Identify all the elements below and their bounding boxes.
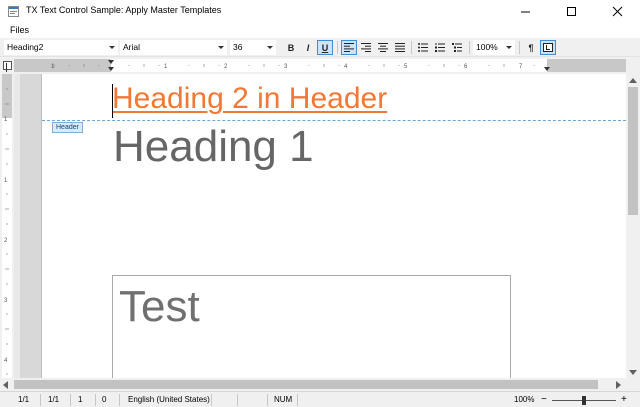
structured-list-icon bbox=[452, 43, 462, 52]
numbered-list-button[interactable] bbox=[432, 40, 448, 55]
zoom-in-button[interactable]: + bbox=[621, 394, 627, 406]
header-heading2-text[interactable]: Heading 2 in Header bbox=[112, 82, 387, 116]
align-center-icon bbox=[378, 43, 388, 52]
header-tag: Header bbox=[52, 122, 83, 133]
zoom-combo[interactable]: 100% bbox=[473, 40, 515, 55]
bullet-list-button[interactable] bbox=[415, 40, 431, 55]
status-empty-2 bbox=[240, 394, 268, 406]
status-num: NUM bbox=[270, 394, 298, 406]
italic-label: I bbox=[306, 42, 310, 53]
align-right-icon bbox=[361, 43, 371, 52]
align-right-button[interactable] bbox=[358, 40, 374, 55]
scroll-left-icon[interactable] bbox=[3, 381, 8, 389]
font-combo-value: Arial bbox=[123, 42, 141, 52]
chevron-down-icon bbox=[109, 46, 115, 49]
menu-bar: Files bbox=[0, 22, 640, 38]
menu-files[interactable]: Files bbox=[6, 24, 33, 36]
close-button[interactable] bbox=[594, 0, 640, 22]
pilcrow-icon: ¶ bbox=[528, 42, 534, 53]
status-page: 1/1 bbox=[14, 394, 41, 406]
status-section: 1/1 bbox=[44, 394, 71, 406]
justify-icon bbox=[395, 43, 405, 52]
status-empty-1 bbox=[214, 394, 238, 406]
vertical-scrollbar[interactable] bbox=[626, 57, 640, 378]
text-cursor bbox=[112, 84, 113, 118]
status-column: 0 bbox=[98, 394, 120, 406]
underline-button[interactable]: U bbox=[317, 40, 333, 55]
zoom-slider-thumb[interactable] bbox=[582, 396, 586, 405]
title-bar: TX Text Control Sample: Apply Master Tem… bbox=[0, 0, 640, 22]
italic-button[interactable]: I bbox=[300, 40, 316, 55]
horizontal-scroll-thumb[interactable] bbox=[14, 380, 598, 389]
font-size-combo[interactable]: 36 bbox=[230, 40, 276, 55]
zoom-combo-value: 100% bbox=[476, 42, 498, 52]
bullet-list-icon bbox=[418, 43, 428, 52]
formatting-toolbar: Heading2 Arial 36 B I U 100% ¶ bbox=[0, 38, 640, 57]
status-zoom: 100% bbox=[514, 395, 535, 404]
ruler-corner-tab-selector[interactable] bbox=[0, 57, 14, 74]
close-icon bbox=[612, 6, 622, 16]
font-combo[interactable]: Arial bbox=[120, 40, 227, 55]
toolbar-separator bbox=[519, 41, 520, 54]
header-boundary-line bbox=[42, 120, 626, 121]
vertical-scroll-thumb[interactable] bbox=[628, 87, 638, 215]
scroll-up-icon[interactable] bbox=[629, 78, 637, 83]
horizontal-scrollbar[interactable] bbox=[0, 378, 640, 391]
window-title: TX Text Control Sample: Apply Master Tem… bbox=[26, 5, 222, 15]
chevron-down-icon bbox=[218, 46, 224, 49]
align-left-icon bbox=[344, 43, 354, 52]
page-margin-strip bbox=[14, 74, 20, 378]
status-line: 1 bbox=[74, 394, 96, 406]
numbered-list-icon bbox=[435, 43, 445, 52]
maximize-button[interactable] bbox=[548, 0, 594, 22]
text-frame-content[interactable]: Test bbox=[119, 282, 200, 332]
frame-button[interactable] bbox=[540, 40, 556, 55]
toolbar-separator bbox=[337, 41, 338, 54]
style-combo-value: Heading2 bbox=[7, 42, 44, 52]
maximize-icon bbox=[566, 6, 576, 16]
underline-label: U bbox=[321, 42, 329, 53]
app-icon bbox=[8, 6, 19, 17]
status-bar: 1/1 1/1 1 0 English (United States) NUM … bbox=[0, 391, 640, 407]
justify-button[interactable] bbox=[392, 40, 408, 55]
chevron-down-icon bbox=[267, 46, 273, 49]
show-control-chars-button[interactable]: ¶ bbox=[523, 40, 539, 55]
toolbar-separator bbox=[411, 41, 412, 54]
minimize-icon bbox=[520, 11, 530, 12]
status-language: English (United States) bbox=[124, 394, 212, 406]
style-combo[interactable]: Heading2 bbox=[4, 40, 118, 55]
scroll-right-icon[interactable] bbox=[616, 381, 621, 389]
chevron-down-icon bbox=[506, 46, 512, 49]
align-center-button[interactable] bbox=[375, 40, 391, 55]
zoom-out-button[interactable]: − bbox=[541, 394, 547, 406]
align-left-button[interactable] bbox=[341, 40, 357, 55]
vertical-ruler[interactable]: 11234 bbox=[0, 74, 14, 378]
frame-icon bbox=[543, 43, 553, 52]
text-frame[interactable]: Test bbox=[112, 275, 511, 385]
minimize-button[interactable] bbox=[502, 0, 548, 22]
bold-label: B bbox=[287, 42, 295, 53]
bold-button[interactable]: B bbox=[283, 40, 299, 55]
scroll-down-icon[interactable] bbox=[629, 370, 637, 375]
heading1-text[interactable]: Heading 1 bbox=[113, 122, 314, 172]
font-size-combo-value: 36 bbox=[233, 42, 243, 52]
structured-list-button[interactable] bbox=[449, 40, 465, 55]
toolbar-separator bbox=[469, 41, 470, 54]
horizontal-ruler[interactable]: 1123 4567 bbox=[14, 57, 626, 74]
